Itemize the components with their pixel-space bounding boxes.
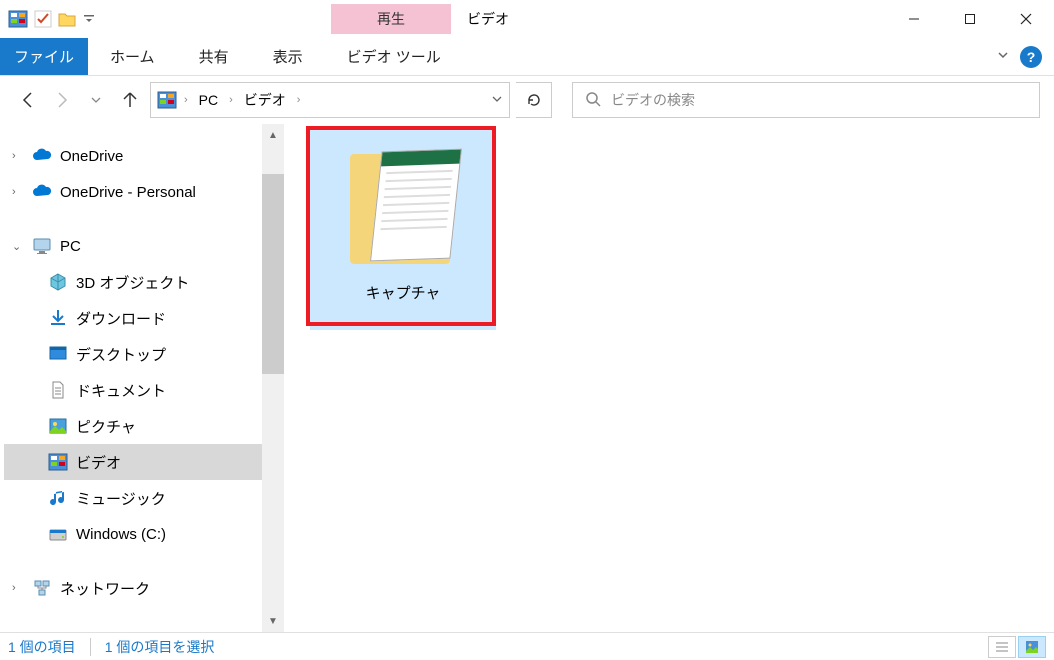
main-area: › OneDrive › OneDrive - Personal ⌄ PC 3D オブジェク… xyxy=(0,124,1054,632)
address-bar[interactable]: › PC › ビデオ › xyxy=(150,82,510,118)
app-icon xyxy=(8,9,28,29)
tree-item-desktop[interactable]: デスクトップ xyxy=(4,336,262,372)
picture-icon xyxy=(48,416,68,436)
tree-item-picture[interactable]: ピクチャ xyxy=(4,408,262,444)
close-button[interactable] xyxy=(998,0,1054,38)
disk-icon xyxy=(48,524,68,544)
chevron-right-icon[interactable]: › xyxy=(12,186,16,198)
address-dropdown-icon[interactable] xyxy=(491,93,503,108)
scroll-thumb[interactable] xyxy=(262,174,284,374)
navigation-pane: › OneDrive › OneDrive - Personal ⌄ PC 3D オブジェク… xyxy=(0,124,284,632)
qat-properties-icon[interactable] xyxy=(34,10,52,28)
chevron-right-icon[interactable]: › xyxy=(12,582,16,594)
title-bar-left xyxy=(0,9,96,29)
content-pane[interactable]: キャプチャ xyxy=(284,124,1054,632)
status-item-count: 1 個の項目 xyxy=(8,637,76,657)
status-separator xyxy=(90,638,91,656)
address-location-icon xyxy=(157,90,177,110)
breadcrumb-pc[interactable]: PC xyxy=(195,92,222,108)
tree-item-label: ミュージック xyxy=(76,488,166,509)
ribbon-collapse-icon[interactable] xyxy=(996,48,1010,65)
view-mode-buttons xyxy=(988,636,1046,658)
window-controls xyxy=(886,0,1054,38)
help-icon[interactable]: ? xyxy=(1020,46,1042,68)
tree-item-pc[interactable]: ⌄ PC xyxy=(4,228,262,264)
status-selection-count: 1 個の項目を選択 xyxy=(105,637,215,657)
tree-item-label: ドキュメント xyxy=(76,380,166,401)
tree-item-network[interactable]: › ネットワーク xyxy=(4,570,262,606)
tree-item-3d[interactable]: 3D オブジェクト xyxy=(4,264,262,300)
forward-button[interactable] xyxy=(48,86,76,114)
file-tab[interactable]: ファイル xyxy=(0,38,88,75)
search-box[interactable] xyxy=(572,82,1040,118)
scroll-down-icon[interactable]: ▼ xyxy=(262,610,284,632)
tree-item-download[interactable]: ダウンロード xyxy=(4,300,262,336)
maximize-button[interactable] xyxy=(942,0,998,38)
tree-item-onedrive[interactable]: › OneDrive xyxy=(4,138,262,174)
onedrive-icon xyxy=(32,182,52,202)
chevron-down-icon[interactable]: ⌄ xyxy=(12,240,21,253)
title-bar: 再生 ビデオ xyxy=(0,0,1054,38)
tree-item-label: デスクトップ xyxy=(76,344,166,365)
video-icon xyxy=(48,452,68,472)
folder-item-capture[interactable]: キャプチャ xyxy=(310,130,496,330)
tree-item-label: OneDrive xyxy=(60,148,123,165)
minimize-button[interactable] xyxy=(886,0,942,38)
tree-item-label: ネットワーク xyxy=(60,578,150,599)
recent-locations-button[interactable] xyxy=(82,86,110,114)
tree-item-video[interactable]: ビデオ xyxy=(4,444,262,480)
folder-item-label: キャプチャ xyxy=(366,282,441,303)
tree-item-label: Windows (C:) xyxy=(76,526,166,543)
tree-item-label: OneDrive - Personal xyxy=(60,184,196,201)
scroll-up-icon[interactable]: ▲ xyxy=(262,124,284,146)
document-icon xyxy=(48,380,68,400)
tree-item-disk[interactable]: Windows (C:) xyxy=(4,516,262,552)
folder-thumbnail xyxy=(338,144,468,274)
back-button[interactable] xyxy=(14,86,42,114)
breadcrumb-separator-icon[interactable]: › xyxy=(226,94,236,106)
tab-video-tools[interactable]: ビデオ ツール xyxy=(325,38,463,75)
breadcrumb-videos[interactable]: ビデオ xyxy=(240,90,290,110)
status-bar: 1 個の項目 1 個の項目を選択 xyxy=(0,632,1054,660)
onedrive-icon xyxy=(32,146,52,166)
network-icon xyxy=(32,578,52,598)
details-view-button[interactable] xyxy=(988,636,1016,658)
breadcrumb-separator-icon[interactable]: › xyxy=(294,94,304,106)
qat-dropdown-icon[interactable] xyxy=(82,14,96,24)
navigation-bar: › PC › ビデオ › xyxy=(0,76,1054,124)
tree-item-onedrive[interactable]: › OneDrive - Personal xyxy=(4,174,262,210)
window-title: ビデオ xyxy=(467,9,509,29)
chevron-right-icon[interactable]: › xyxy=(12,150,16,162)
desktop-icon xyxy=(48,344,68,364)
pc-icon xyxy=(32,236,52,256)
tree-item-label: ピクチャ xyxy=(76,416,136,437)
tree-item-label: PC xyxy=(60,238,81,255)
search-icon xyxy=(585,91,601,110)
contextual-tab-header: 再生 xyxy=(331,4,451,34)
tree-item-music[interactable]: ミュージック xyxy=(4,480,262,516)
3d-icon xyxy=(48,272,68,292)
tree-item-label: 3D オブジェクト xyxy=(76,272,189,293)
download-icon xyxy=(48,308,68,328)
tree-scrollbar[interactable]: ▲ ▼ xyxy=(262,124,284,632)
tree-item-label: ビデオ xyxy=(76,452,121,473)
tab-view[interactable]: 表示 xyxy=(251,38,325,75)
tree-item-document[interactable]: ドキュメント xyxy=(4,372,262,408)
qat-folder-icon[interactable] xyxy=(58,10,76,28)
tab-home[interactable]: ホーム xyxy=(88,38,177,75)
refresh-button[interactable] xyxy=(516,82,552,118)
music-icon xyxy=(48,488,68,508)
ribbon-tabs: ファイル ホーム 共有 表示 ビデオ ツール ? xyxy=(0,38,1054,76)
search-input[interactable] xyxy=(611,92,1027,108)
ribbon-right: ? xyxy=(996,38,1054,75)
up-button[interactable] xyxy=(116,86,144,114)
thumbnails-view-button[interactable] xyxy=(1018,636,1046,658)
tree-item-label: ダウンロード xyxy=(76,308,166,329)
breadcrumb-separator-icon[interactable]: › xyxy=(181,94,191,106)
tab-share[interactable]: 共有 xyxy=(177,38,251,75)
